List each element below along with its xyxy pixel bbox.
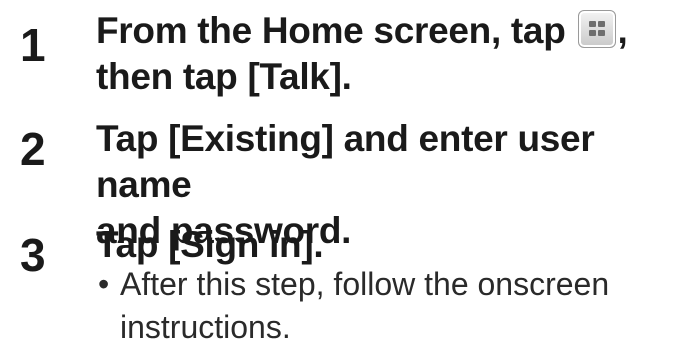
step-number: 2 <box>20 123 46 175</box>
step-text: From the Home screen, tap , then tap [Ta… <box>96 8 673 100</box>
step-text-line: From the Home screen, tap <box>96 10 566 51</box>
step-text: Tap [Sign in]. <box>96 222 673 268</box>
step-number: 1 <box>20 19 46 71</box>
step-number: 3 <box>20 229 46 281</box>
apps-grid-icon <box>577 10 616 48</box>
note-line: instructions. <box>120 309 291 345</box>
step-text-comma: , <box>617 10 628 51</box>
step-note: • After this step, follow the onscreen i… <box>98 263 675 349</box>
step-text-line: then tap [Talk]. <box>96 56 352 97</box>
note-line: After this step, follow the onscreen <box>120 266 610 302</box>
step-text-line: Tap [Sign in]. <box>96 224 324 265</box>
bullet: • <box>98 266 110 302</box>
step-text-line: Tap [Existing] and enter user name <box>96 118 595 205</box>
